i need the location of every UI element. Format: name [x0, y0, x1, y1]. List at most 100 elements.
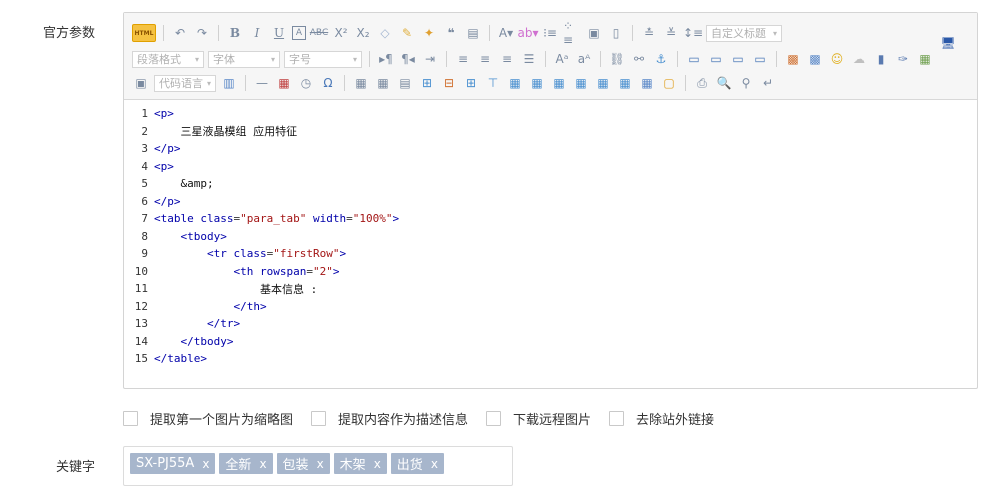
option-remove-external-links[interactable]: 去除站外链接	[609, 409, 714, 428]
select-all-icon[interactable]: ▣	[585, 24, 603, 42]
unordered-list-icon[interactable]: ⁘≡	[563, 19, 581, 47]
attachment-icon[interactable]: ✑	[894, 50, 912, 68]
split-rows-icon[interactable]: ▦	[594, 74, 612, 92]
insert-row-icon[interactable]: ⊞	[418, 74, 436, 92]
checkbox[interactable]	[311, 411, 327, 426]
delete-col-icon[interactable]: ⊤	[484, 74, 502, 92]
insert-frame-icon[interactable]: ▣	[132, 74, 150, 92]
code-line: 10 <th rowspan="2">	[124, 263, 977, 281]
uppercase-icon[interactable]: Aᵃ	[553, 50, 571, 68]
align-center-icon[interactable]: ≡	[476, 50, 494, 68]
time-icon[interactable]: ◷	[297, 74, 315, 92]
insert-video-icon[interactable]: ▮	[872, 50, 890, 68]
undo-icon[interactable]: ↶	[171, 24, 189, 42]
keyword-tag-label: 包装	[282, 458, 309, 473]
split-cells-icon[interactable]: ▦	[572, 74, 590, 92]
insert-col-icon[interactable]: ⊞	[462, 74, 480, 92]
date-icon[interactable]: ▦	[275, 74, 293, 92]
insert-table-icon[interactable]: ▦	[352, 74, 370, 92]
checkbox[interactable]	[486, 411, 502, 426]
eraser-icon[interactable]: ◇	[376, 24, 394, 42]
blockquote-icon[interactable]: ❝	[442, 24, 460, 42]
paste-plain-icon[interactable]: ▤	[464, 24, 482, 42]
map-icon[interactable]: ▦	[916, 50, 934, 68]
option-download-remote-images[interactable]: 下载远程图片	[486, 409, 591, 428]
remove-tag-icon[interactable]: x	[259, 457, 266, 471]
delete-row-icon[interactable]: ⊟	[440, 74, 458, 92]
format-match-icon[interactable]: ✎	[398, 24, 416, 42]
search-replace-icon[interactable]: ⚲	[737, 74, 755, 92]
redo-icon[interactable]: ↷	[193, 24, 211, 42]
merge-right-icon[interactable]: ▦	[528, 74, 546, 92]
align-right-icon[interactable]: ≡	[498, 50, 516, 68]
anchor-icon[interactable]: ⚓	[652, 50, 670, 68]
code-text: <th rowspan="2">	[233, 264, 340, 278]
code-line: 7 <table class="para_tab" width="100%">	[124, 210, 977, 228]
enter-icon[interactable]: ↵	[759, 74, 777, 92]
remove-tag-icon[interactable]: x	[202, 457, 209, 471]
auto-typeset-icon[interactable]: ✦	[420, 24, 438, 42]
checkbox[interactable]	[123, 411, 138, 426]
option-extract-description[interactable]: 提取内容作为描述信息	[311, 409, 468, 428]
delete-table-icon[interactable]: ▦	[374, 74, 392, 92]
merge-cells-icon[interactable]: ▦	[506, 74, 524, 92]
template-icon[interactable]: ▥	[220, 74, 238, 92]
underline-icon[interactable]: U	[270, 24, 288, 42]
remove-tag-icon[interactable]: x	[317, 457, 324, 471]
row-spacing-top-icon[interactable]: ≛	[640, 24, 658, 42]
line-number: 5	[141, 177, 148, 191]
font-color-icon[interactable]: A▾	[497, 24, 515, 42]
align-justify-icon[interactable]: ☰	[520, 50, 538, 68]
superscript-icon[interactable]: X²	[332, 24, 350, 42]
image-right-icon[interactable]: ▭	[729, 50, 747, 68]
horizontal-rule-icon[interactable]: —	[253, 74, 271, 92]
option-extract-thumbnail[interactable]: 提取第一个图片为缩略图	[123, 409, 293, 428]
merge-down-icon[interactable]: ▦	[550, 74, 568, 92]
clear-doc-icon[interactable]: ▯	[607, 24, 625, 42]
emotion-icon[interactable]: ☺	[828, 50, 846, 68]
remove-tag-icon[interactable]: x	[374, 457, 381, 471]
lowercase-icon[interactable]: aᴬ	[575, 50, 593, 68]
preview-icon[interactable]: 🔍	[715, 74, 733, 92]
italic-icon[interactable]: I	[248, 24, 266, 42]
subscript-icon[interactable]: X₂	[354, 24, 372, 42]
line-height-icon[interactable]: ↕≡	[683, 24, 703, 42]
font-family-select[interactable]: 字体 ▾	[208, 50, 280, 68]
scrawl-icon[interactable]: ☁	[850, 50, 868, 68]
multi-image-icon[interactable]: ▩	[806, 50, 824, 68]
paragraph-format-select[interactable]: 段落格式 ▾	[132, 50, 204, 68]
image-left-icon[interactable]: ▭	[707, 50, 725, 68]
indent-icon[interactable]: ⇥	[421, 50, 439, 68]
checkbox[interactable]	[609, 411, 625, 426]
rich-text-editor[interactable]: HTML ↶ ↷ B I U A ABC X² X₂ ◇ ✎ ✦ ❝ ▤ A▾ …	[123, 12, 978, 389]
link-icon[interactable]: ⛓	[608, 50, 626, 68]
ltr-icon[interactable]: ▸¶	[377, 50, 395, 68]
insert-paragraph-before-table-icon[interactable]: ▤	[396, 74, 414, 92]
remove-tag-icon[interactable]: x	[431, 457, 438, 471]
html-source-button[interactable]: HTML	[132, 24, 156, 42]
chevron-down-icon: ▾	[772, 28, 777, 38]
highlight-color-icon[interactable]: ab▾	[518, 24, 539, 42]
special-chars-icon[interactable]: Ω	[319, 74, 337, 92]
strikethrough-icon[interactable]: ABC	[310, 24, 328, 42]
unlink-icon[interactable]: ⚯	[630, 50, 648, 68]
custom-title-select[interactable]: 自定义标题 ▾	[706, 24, 782, 42]
image-none-icon[interactable]: ▭	[685, 50, 703, 68]
chart-icon[interactable]: ▦	[638, 74, 656, 92]
align-left-icon[interactable]: ≡	[454, 50, 472, 68]
print-icon[interactable]: ⎙	[693, 74, 711, 92]
chevron-down-icon: ▾	[270, 54, 275, 64]
image-center-icon[interactable]: ▭	[751, 50, 769, 68]
source-code-area[interactable]: 1 <p> 2 三星液晶模组 应用特征 3 </p> 4 <p> 5 &amp; 6 </p> 7 <…	[124, 105, 977, 368]
draft-icon[interactable]: ▢	[660, 74, 678, 92]
split-cols-icon[interactable]: ▦	[616, 74, 634, 92]
row-spacing-bottom-icon[interactable]: ≚	[662, 24, 680, 42]
bold-icon[interactable]: B	[226, 24, 244, 42]
font-size-select[interactable]: 字号 ▾	[284, 50, 362, 68]
rtl-icon[interactable]: ¶◂	[399, 50, 417, 68]
insert-image-icon[interactable]: ▩	[784, 50, 802, 68]
code-language-select[interactable]: 代码语言 ▾	[154, 74, 216, 92]
ordered-list-icon[interactable]: ⁝≡	[541, 24, 559, 42]
font-border-icon[interactable]: A	[292, 26, 306, 40]
code-line: 15 </table>	[124, 350, 977, 368]
